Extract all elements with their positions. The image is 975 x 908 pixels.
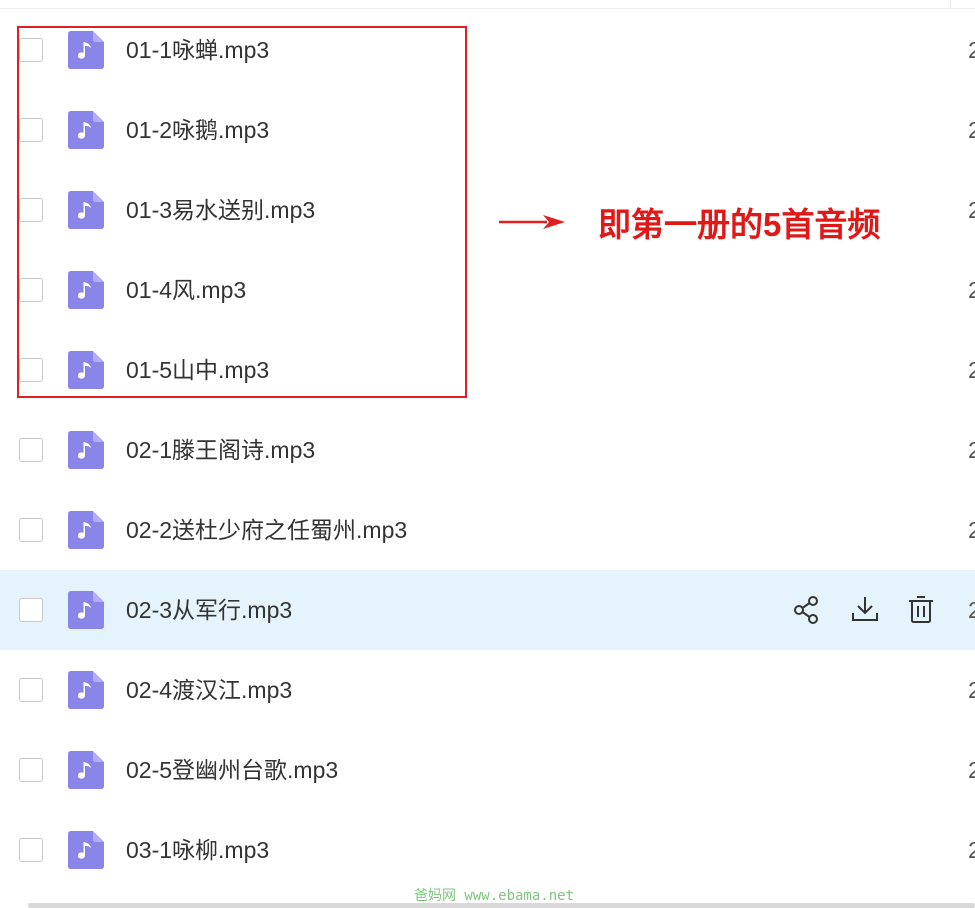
row-checkbox[interactable] — [19, 438, 43, 462]
row-checkbox[interactable] — [19, 838, 43, 862]
modified-date-clipped: 2 — [968, 197, 975, 223]
modified-date-clipped: 2 — [968, 117, 975, 143]
trash-icon — [909, 596, 933, 623]
audio-file-icon — [68, 511, 104, 549]
watermark: 爸妈网 www.ebama.net — [414, 888, 575, 904]
audio-file-icon — [68, 751, 104, 789]
file-name[interactable]: 03-1咏柳.mp3 — [126, 810, 269, 890]
modified-date-clipped: 2 — [968, 757, 975, 783]
download-button[interactable] — [848, 593, 882, 627]
modified-date-clipped: 2 — [968, 277, 975, 303]
audio-file-icon — [68, 831, 104, 869]
row-checkbox[interactable] — [19, 678, 43, 702]
file-name[interactable]: 02-5登幽州台歌.mp3 — [126, 730, 338, 810]
file-name[interactable]: 02-2送杜少府之任蜀州.mp3 — [126, 490, 407, 570]
modified-date-clipped: 2 — [968, 437, 975, 463]
file-row[interactable]: 02-5登幽州台歌.mp3 2 — [0, 730, 975, 810]
annotation-text: 即第一册的5首音频 — [598, 206, 881, 243]
file-row[interactable]: 02-4渡汉江.mp3 2 — [0, 650, 975, 730]
file-row[interactable]: 02-1滕王阁诗.mp3 2 — [0, 410, 975, 490]
share-icon — [794, 596, 818, 624]
horizontal-scrollbar[interactable] — [28, 903, 975, 908]
modified-date-clipped: 2 — [968, 597, 975, 623]
modified-date-clipped: 2 — [968, 357, 975, 383]
row-actions — [792, 593, 938, 627]
file-row[interactable]: 02-3从军行.mp3 2 — [0, 570, 975, 650]
top-divider — [0, 8, 975, 9]
row-checkbox[interactable] — [19, 758, 43, 782]
audio-file-icon — [68, 431, 104, 469]
audio-file-icon — [68, 671, 104, 709]
column-edge — [950, 0, 951, 8]
row-checkbox[interactable] — [19, 518, 43, 542]
share-button[interactable] — [792, 593, 826, 627]
modified-date-clipped: 2 — [968, 837, 975, 863]
modified-date-clipped: 2 — [968, 37, 975, 63]
download-icon — [852, 597, 878, 621]
file-list-page: 01-1咏蝉.mp3 2 01-2咏鹅.mp3 2 01-3易水送别.mp3 2 01-4风… — [0, 0, 975, 908]
highlight-box — [17, 26, 467, 398]
file-row[interactable]: 03-1咏柳.mp3 2 — [0, 810, 975, 890]
file-name[interactable]: 02-3从军行.mp3 — [126, 570, 292, 650]
file-name[interactable]: 02-4渡汉江.mp3 — [126, 650, 292, 730]
audio-file-icon — [68, 591, 104, 629]
arrow-right-icon — [499, 215, 565, 229]
row-checkbox[interactable] — [19, 598, 43, 622]
file-name[interactable]: 02-1滕王阁诗.mp3 — [126, 410, 315, 490]
modified-date-clipped: 2 — [968, 517, 975, 543]
modified-date-clipped: 2 — [968, 677, 975, 703]
delete-button[interactable] — [904, 593, 938, 627]
file-row[interactable]: 02-2送杜少府之任蜀州.mp3 2 — [0, 490, 975, 570]
